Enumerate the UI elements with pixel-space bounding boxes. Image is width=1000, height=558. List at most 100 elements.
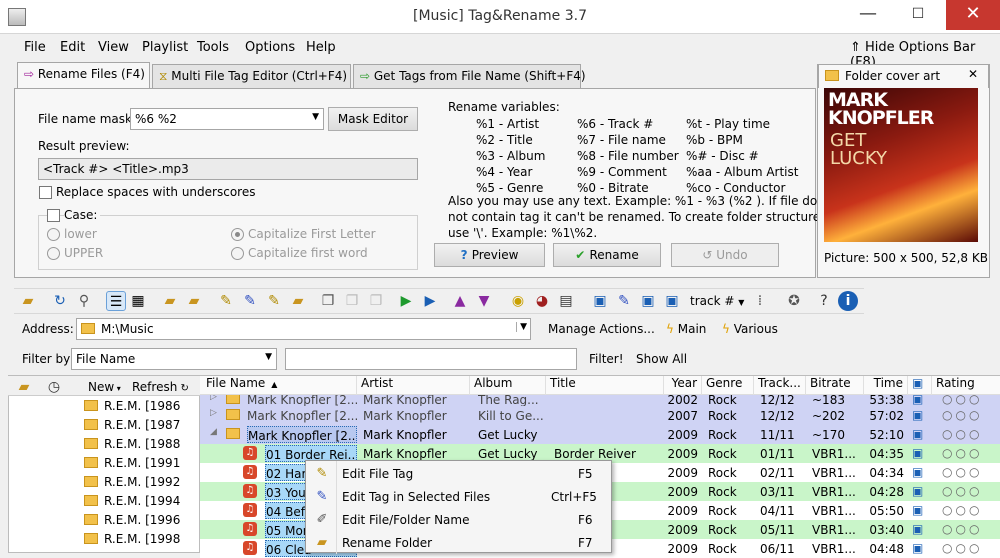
tree-item[interactable]: R.E.M. [1996 [84,513,180,532]
open-folder-icon[interactable]: ▰ [18,291,38,311]
show-all-button[interactable]: Show All [636,352,687,366]
column-title[interactable]: Title [546,376,664,395]
play-icon[interactable]: ▶ [396,291,416,311]
filter-text-input[interactable] [285,348,577,370]
playlist-icon[interactable]: ▣ [662,291,682,311]
rating-icon[interactable]: ○○○ [942,503,982,517]
tree-item[interactable]: R.E.M. [1987 [84,418,180,437]
tab-get-tags-from-file-name[interactable]: ⇨ Get Tags from File Name (Shift+F4) [353,64,586,88]
column-file-name[interactable]: File Name ▲ [202,376,357,395]
view-details-icon[interactable]: ☰ [106,291,126,311]
chevron-down-icon[interactable]: ▼ [312,112,319,122]
address-input[interactable]: M:\Music ▼ [76,318,531,340]
column-time[interactable]: Time [864,376,908,395]
tree-item[interactable]: R.E.M. [1998 [84,532,180,551]
file-row[interactable]: ▷ Mark Knopfler [2... Mark Knopfler Kill to… [200,406,1000,425]
preview-button[interactable]: ? Preview [434,243,545,267]
case-lower-radio[interactable] [47,228,60,241]
tree-item[interactable]: R.E.M. [1986 [84,399,180,418]
ctx-edit-file-tag[interactable]: ✎ Edit File Tag F5 [306,463,611,486]
ctx-edit-file-folder-name[interactable]: ✐ Edit File/Folder Name F6 [306,509,611,532]
tag-rename-icon[interactable]: ✎ [264,291,284,311]
move-down-icon[interactable]: ▼ [474,291,494,311]
menu-playlist[interactable]: Playlist [142,40,188,55]
capitalize-first-word-radio[interactable] [231,247,244,260]
chevron-down-icon[interactable]: ▼ [265,352,272,362]
various-actions-button[interactable]: ϟ Various [722,322,778,336]
numbering-icon[interactable]: ⁞ [750,291,770,311]
menu-tools[interactable]: Tools [197,40,229,55]
ctx-edit-tag-selected[interactable]: ✎ Edit Tag in Selected Files Ctrl+F5 [306,486,611,509]
rating-icon[interactable]: ○○○ [942,484,982,498]
freedb-icon[interactable]: ▤ [556,291,576,311]
column-genre[interactable]: Genre [702,376,754,395]
copy-icon[interactable]: ❐ [318,291,338,311]
tab-rename-files[interactable]: ⇨ Rename Files (F4) [17,62,150,89]
info-icon[interactable]: i [838,291,858,311]
rating-icon[interactable]: ○○○ [942,408,982,422]
search-icon[interactable]: ⚲ [74,291,94,311]
case-upper-radio[interactable] [47,247,60,260]
view-grid-icon[interactable]: ▦ [128,291,148,311]
track-number-dropdown[interactable]: track # ▼ [690,294,744,308]
rating-icon[interactable]: ○○○ [942,522,982,536]
file-row[interactable]: ◢ Mark Knopfler [2... Mark Knopfler Get Luc… [200,425,1000,444]
folder-up-icon[interactable]: ▰ [160,291,180,311]
rating-icon[interactable]: ○○○ [942,427,982,441]
paste-special-icon[interactable]: ❐ [366,291,386,311]
rating-icon[interactable]: ○○○ [942,446,982,460]
column-cover[interactable]: ▣ [908,376,932,395]
menu-options[interactable]: Options [245,40,295,55]
tag-convert-icon[interactable]: ▣ [590,291,610,311]
main-actions-button[interactable]: ϟ Main [666,322,706,336]
column-track[interactable]: Track... [754,376,806,395]
menu-file[interactable]: File [24,40,46,55]
capitalize-first-letter-radio[interactable] [231,228,244,241]
filter-field-select[interactable]: File Name ▼ [71,348,277,370]
play-selected-icon[interactable]: ▶ [420,291,440,311]
menu-edit[interactable]: Edit [60,40,85,55]
filter-apply-button[interactable]: Filter! [589,352,624,366]
column-rating[interactable]: Rating [932,376,1000,395]
close-button[interactable]: ✕ [946,0,1000,30]
column-album[interactable]: Album [470,376,546,395]
menu-view[interactable]: View [98,40,129,55]
paste-icon[interactable]: ❐ [342,291,362,311]
tab-folder-cover-art[interactable]: Folder cover art [818,64,989,88]
rename-button[interactable]: ✔ Rename [553,243,661,267]
cover-close-icon[interactable]: ✕ [968,67,978,81]
web-search-icon[interactable]: ◕ [532,291,552,311]
mask-editor-button[interactable]: Mask Editor [328,107,418,131]
cd-icon[interactable]: ◉ [508,291,528,311]
edit-tag-icon[interactable]: ✎ [216,291,236,311]
folder-rename-icon[interactable]: ▰ [288,291,308,311]
tree-item[interactable]: R.E.M. [1988 [84,437,180,456]
tab-multi-file-tag-editor[interactable]: ⧖ Multi File Tag Editor (Ctrl+F4) [152,64,351,88]
tag-copy-icon[interactable]: ✎ [614,291,634,311]
replace-spaces-checkbox[interactable] [39,186,52,199]
column-year[interactable]: Year [664,376,702,395]
settings-icon[interactable]: ✪ [784,291,804,311]
ctx-rename-folder[interactable]: ▰ Rename Folder F7 [306,532,611,555]
folder-up-icon[interactable]: ▰ [14,377,34,397]
column-artist[interactable]: Artist [357,376,470,395]
history-icon[interactable]: ◷ [44,377,64,397]
undo-button[interactable]: ↺ Undo [671,243,779,267]
refresh-icon[interactable]: ↻ [50,291,70,311]
maximize-button[interactable]: ☐ [895,0,941,30]
folder-new-icon[interactable]: ▰ [184,291,204,311]
tree-refresh-button[interactable]: Refresh ↻ [132,380,189,394]
file-name-mask-input[interactable]: %6 %2 ▼ [130,108,324,130]
edit-tags-icon[interactable]: ✎ [240,291,260,311]
chevron-down-icon[interactable]: ▼ [516,322,527,332]
column-bitrate[interactable]: Bitrate [806,376,864,395]
tag-swap-icon[interactable]: ▣ [638,291,658,311]
case-checkbox[interactable] [47,209,60,222]
tree-new-button[interactable]: New ▾ [88,380,121,394]
tree-item[interactable]: R.E.M. [1991 [84,456,180,475]
tree-item[interactable]: R.E.M. [1992 [84,475,180,494]
minimize-button[interactable]: — [845,0,891,30]
move-up-icon[interactable]: ▲ [450,291,470,311]
rating-icon[interactable]: ○○○ [942,465,982,479]
menu-help[interactable]: Help [306,40,336,55]
